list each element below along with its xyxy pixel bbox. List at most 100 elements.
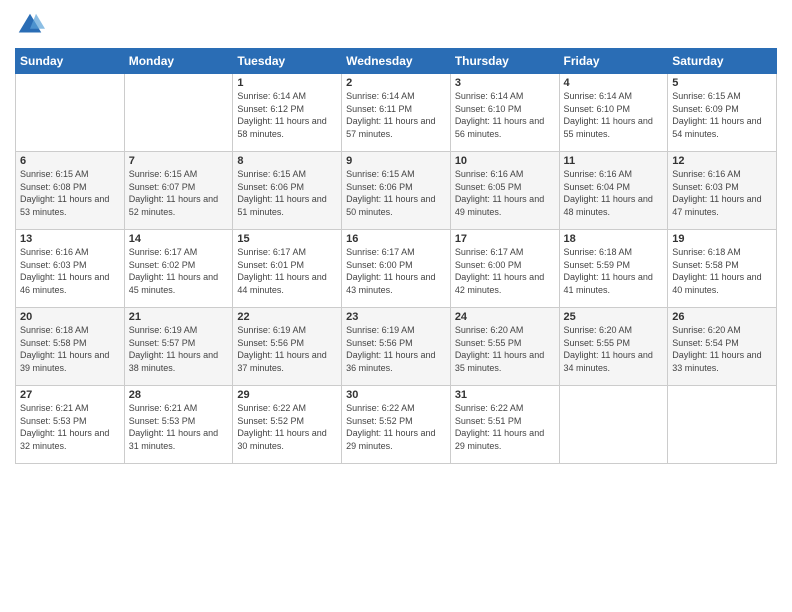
- day-number: 26: [672, 311, 772, 323]
- day-info: Sunrise: 6:14 AM Sunset: 6:11 PM Dayligh…: [346, 90, 446, 140]
- header: [15, 10, 777, 40]
- calendar-cell: 31Sunrise: 6:22 AM Sunset: 5:51 PM Dayli…: [450, 386, 559, 464]
- calendar-cell: [124, 74, 233, 152]
- calendar-cell: 10Sunrise: 6:16 AM Sunset: 6:05 PM Dayli…: [450, 152, 559, 230]
- day-number: 19: [672, 233, 772, 245]
- day-info: Sunrise: 6:15 AM Sunset: 6:06 PM Dayligh…: [346, 168, 446, 218]
- calendar-cell: 20Sunrise: 6:18 AM Sunset: 5:58 PM Dayli…: [16, 308, 125, 386]
- day-number: 20: [20, 311, 120, 323]
- day-number: 11: [564, 155, 664, 167]
- calendar-cell: 11Sunrise: 6:16 AM Sunset: 6:04 PM Dayli…: [559, 152, 668, 230]
- calendar-cell: 15Sunrise: 6:17 AM Sunset: 6:01 PM Dayli…: [233, 230, 342, 308]
- day-info: Sunrise: 6:20 AM Sunset: 5:54 PM Dayligh…: [672, 324, 772, 374]
- day-number: 18: [564, 233, 664, 245]
- day-info: Sunrise: 6:17 AM Sunset: 6:01 PM Dayligh…: [237, 246, 337, 296]
- day-number: 31: [455, 389, 555, 401]
- day-info: Sunrise: 6:22 AM Sunset: 5:51 PM Dayligh…: [455, 402, 555, 452]
- day-number: 28: [129, 389, 229, 401]
- calendar-cell: 3Sunrise: 6:14 AM Sunset: 6:10 PM Daylig…: [450, 74, 559, 152]
- calendar-cell: 6Sunrise: 6:15 AM Sunset: 6:08 PM Daylig…: [16, 152, 125, 230]
- day-info: Sunrise: 6:21 AM Sunset: 5:53 PM Dayligh…: [20, 402, 120, 452]
- calendar-week-row: 13Sunrise: 6:16 AM Sunset: 6:03 PM Dayli…: [16, 230, 777, 308]
- calendar-cell: 24Sunrise: 6:20 AM Sunset: 5:55 PM Dayli…: [450, 308, 559, 386]
- day-info: Sunrise: 6:17 AM Sunset: 6:00 PM Dayligh…: [455, 246, 555, 296]
- day-number: 8: [237, 155, 337, 167]
- day-number: 24: [455, 311, 555, 323]
- day-number: 7: [129, 155, 229, 167]
- day-number: 15: [237, 233, 337, 245]
- day-info: Sunrise: 6:19 AM Sunset: 5:56 PM Dayligh…: [237, 324, 337, 374]
- day-info: Sunrise: 6:16 AM Sunset: 6:05 PM Dayligh…: [455, 168, 555, 218]
- day-info: Sunrise: 6:22 AM Sunset: 5:52 PM Dayligh…: [346, 402, 446, 452]
- day-info: Sunrise: 6:18 AM Sunset: 5:58 PM Dayligh…: [20, 324, 120, 374]
- day-number: 23: [346, 311, 446, 323]
- calendar-cell: 18Sunrise: 6:18 AM Sunset: 5:59 PM Dayli…: [559, 230, 668, 308]
- logo-icon: [15, 10, 45, 40]
- calendar-cell: 14Sunrise: 6:17 AM Sunset: 6:02 PM Dayli…: [124, 230, 233, 308]
- weekday-header: Friday: [559, 49, 668, 74]
- day-info: Sunrise: 6:14 AM Sunset: 6:12 PM Dayligh…: [237, 90, 337, 140]
- day-number: 12: [672, 155, 772, 167]
- day-info: Sunrise: 6:15 AM Sunset: 6:06 PM Dayligh…: [237, 168, 337, 218]
- calendar-cell: [16, 74, 125, 152]
- day-number: 17: [455, 233, 555, 245]
- day-number: 27: [20, 389, 120, 401]
- day-number: 5: [672, 77, 772, 89]
- calendar-cell: 9Sunrise: 6:15 AM Sunset: 6:06 PM Daylig…: [342, 152, 451, 230]
- calendar-cell: 27Sunrise: 6:21 AM Sunset: 5:53 PM Dayli…: [16, 386, 125, 464]
- calendar-cell: 16Sunrise: 6:17 AM Sunset: 6:00 PM Dayli…: [342, 230, 451, 308]
- calendar-cell: 7Sunrise: 6:15 AM Sunset: 6:07 PM Daylig…: [124, 152, 233, 230]
- calendar-cell: [559, 386, 668, 464]
- calendar-cell: 23Sunrise: 6:19 AM Sunset: 5:56 PM Dayli…: [342, 308, 451, 386]
- calendar-week-row: 27Sunrise: 6:21 AM Sunset: 5:53 PM Dayli…: [16, 386, 777, 464]
- weekday-header: Monday: [124, 49, 233, 74]
- day-number: 21: [129, 311, 229, 323]
- calendar-cell: 30Sunrise: 6:22 AM Sunset: 5:52 PM Dayli…: [342, 386, 451, 464]
- day-info: Sunrise: 6:22 AM Sunset: 5:52 PM Dayligh…: [237, 402, 337, 452]
- calendar-cell: 8Sunrise: 6:15 AM Sunset: 6:06 PM Daylig…: [233, 152, 342, 230]
- calendar-cell: 5Sunrise: 6:15 AM Sunset: 6:09 PM Daylig…: [668, 74, 777, 152]
- calendar-cell: 17Sunrise: 6:17 AM Sunset: 6:00 PM Dayli…: [450, 230, 559, 308]
- weekday-header: Wednesday: [342, 49, 451, 74]
- weekday-header: Tuesday: [233, 49, 342, 74]
- calendar-cell: 4Sunrise: 6:14 AM Sunset: 6:10 PM Daylig…: [559, 74, 668, 152]
- day-number: 14: [129, 233, 229, 245]
- day-number: 1: [237, 77, 337, 89]
- calendar-header-row: SundayMondayTuesdayWednesdayThursdayFrid…: [16, 49, 777, 74]
- day-number: 25: [564, 311, 664, 323]
- weekday-header: Thursday: [450, 49, 559, 74]
- day-number: 6: [20, 155, 120, 167]
- calendar-week-row: 1Sunrise: 6:14 AM Sunset: 6:12 PM Daylig…: [16, 74, 777, 152]
- calendar-cell: 28Sunrise: 6:21 AM Sunset: 5:53 PM Dayli…: [124, 386, 233, 464]
- day-info: Sunrise: 6:17 AM Sunset: 6:00 PM Dayligh…: [346, 246, 446, 296]
- day-info: Sunrise: 6:16 AM Sunset: 6:04 PM Dayligh…: [564, 168, 664, 218]
- calendar-cell: 22Sunrise: 6:19 AM Sunset: 5:56 PM Dayli…: [233, 308, 342, 386]
- day-number: 4: [564, 77, 664, 89]
- day-number: 3: [455, 77, 555, 89]
- calendar-cell: 12Sunrise: 6:16 AM Sunset: 6:03 PM Dayli…: [668, 152, 777, 230]
- logo: [15, 10, 49, 40]
- calendar-cell: 2Sunrise: 6:14 AM Sunset: 6:11 PM Daylig…: [342, 74, 451, 152]
- day-info: Sunrise: 6:16 AM Sunset: 6:03 PM Dayligh…: [672, 168, 772, 218]
- calendar-cell: [668, 386, 777, 464]
- day-info: Sunrise: 6:20 AM Sunset: 5:55 PM Dayligh…: [564, 324, 664, 374]
- calendar-table: SundayMondayTuesdayWednesdayThursdayFrid…: [15, 48, 777, 464]
- calendar-cell: 13Sunrise: 6:16 AM Sunset: 6:03 PM Dayli…: [16, 230, 125, 308]
- day-info: Sunrise: 6:20 AM Sunset: 5:55 PM Dayligh…: [455, 324, 555, 374]
- day-info: Sunrise: 6:19 AM Sunset: 5:57 PM Dayligh…: [129, 324, 229, 374]
- calendar-cell: 1Sunrise: 6:14 AM Sunset: 6:12 PM Daylig…: [233, 74, 342, 152]
- day-info: Sunrise: 6:14 AM Sunset: 6:10 PM Dayligh…: [455, 90, 555, 140]
- day-number: 9: [346, 155, 446, 167]
- page: SundayMondayTuesdayWednesdayThursdayFrid…: [0, 0, 792, 612]
- day-info: Sunrise: 6:15 AM Sunset: 6:09 PM Dayligh…: [672, 90, 772, 140]
- day-info: Sunrise: 6:15 AM Sunset: 6:08 PM Dayligh…: [20, 168, 120, 218]
- day-info: Sunrise: 6:14 AM Sunset: 6:10 PM Dayligh…: [564, 90, 664, 140]
- weekday-header: Saturday: [668, 49, 777, 74]
- day-info: Sunrise: 6:18 AM Sunset: 5:59 PM Dayligh…: [564, 246, 664, 296]
- calendar-week-row: 20Sunrise: 6:18 AM Sunset: 5:58 PM Dayli…: [16, 308, 777, 386]
- day-info: Sunrise: 6:17 AM Sunset: 6:02 PM Dayligh…: [129, 246, 229, 296]
- calendar-cell: 21Sunrise: 6:19 AM Sunset: 5:57 PM Dayli…: [124, 308, 233, 386]
- day-number: 22: [237, 311, 337, 323]
- day-number: 2: [346, 77, 446, 89]
- day-number: 29: [237, 389, 337, 401]
